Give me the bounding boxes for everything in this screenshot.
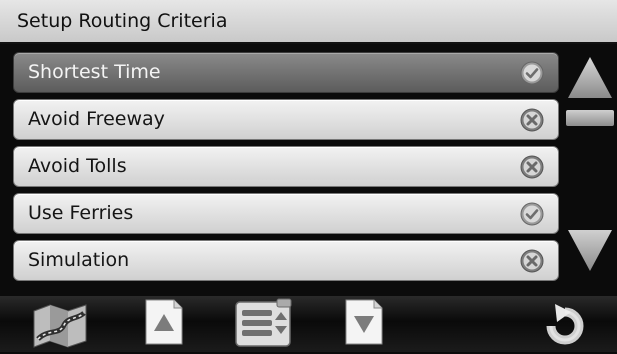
option-label: Simulation	[28, 249, 130, 271]
back-button[interactable]	[541, 300, 589, 348]
scroll-down-button[interactable]	[566, 228, 614, 273]
back-arrow-icon	[546, 304, 584, 345]
triangle-down-icon	[568, 230, 612, 271]
option-avoid-tolls[interactable]: Avoid Tolls	[13, 146, 559, 187]
page-up-icon	[145, 299, 183, 345]
x-mark-icon	[520, 155, 544, 179]
page-down-button[interactable]	[343, 298, 385, 346]
x-mark-icon	[520, 249, 544, 273]
option-label: Avoid Tolls	[28, 155, 127, 177]
options-menu-button[interactable]	[233, 296, 295, 350]
option-use-ferries[interactable]: Use Ferries	[13, 193, 559, 234]
option-shortest-time[interactable]: Shortest Time	[13, 52, 559, 93]
option-label: Shortest Time	[28, 61, 161, 83]
bottom-toolbar	[0, 296, 617, 352]
map-icon	[33, 304, 87, 348]
option-simulation[interactable]: Simulation	[13, 240, 559, 281]
scroll-up-button[interactable]	[566, 55, 614, 100]
checkmark-icon	[520, 61, 544, 85]
option-label: Use Ferries	[28, 202, 134, 224]
menu-list-icon	[235, 298, 292, 347]
map-button[interactable]	[30, 299, 90, 349]
title-bar: Setup Routing Criteria	[0, 0, 617, 42]
page-up-button[interactable]	[143, 298, 185, 346]
option-avoid-freeway[interactable]: Avoid Freeway	[13, 99, 559, 140]
scrollbar-thumb[interactable]	[566, 110, 614, 126]
page-down-icon	[345, 299, 383, 345]
x-mark-icon	[520, 108, 544, 132]
page-title: Setup Routing Criteria	[17, 10, 228, 32]
title-divider	[0, 42, 617, 44]
option-label: Avoid Freeway	[28, 108, 165, 130]
triangle-up-icon	[568, 57, 612, 98]
checkmark-icon	[520, 202, 544, 226]
